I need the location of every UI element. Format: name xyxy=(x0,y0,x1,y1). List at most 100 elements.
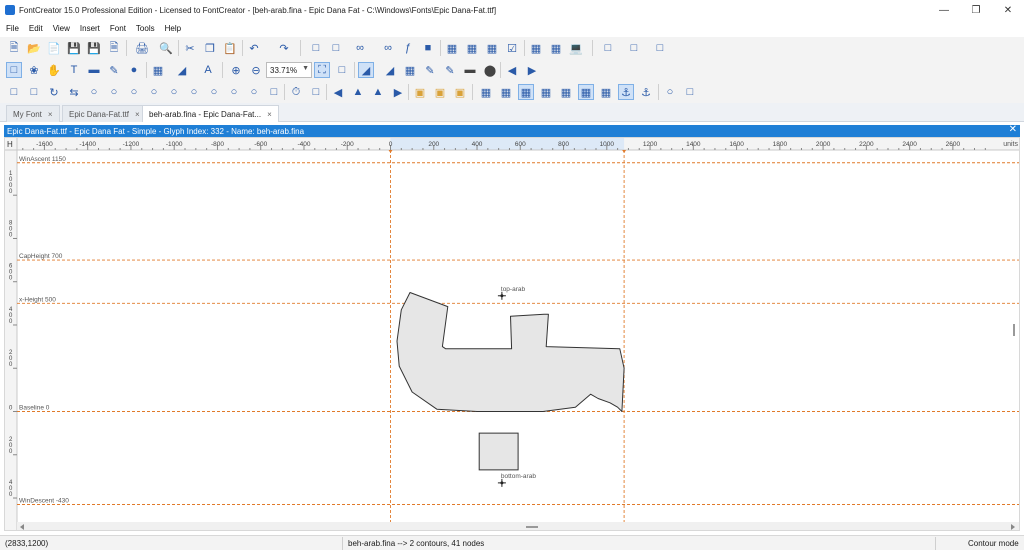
glyph-props-icon[interactable]: ▦ xyxy=(464,40,480,56)
new-icon[interactable]: 🗎 xyxy=(6,40,22,56)
brush-icon[interactable]: ✎ xyxy=(422,62,438,78)
install-icon[interactable]: 💻 xyxy=(568,40,584,56)
fill-mode-icon[interactable]: ◢ xyxy=(174,62,190,78)
close-font-icon[interactable]: 🗎 xyxy=(106,40,122,56)
lasso-tool-icon[interactable]: ❀ xyxy=(26,62,42,78)
minimize-button[interactable]: — xyxy=(928,0,960,20)
grid-rows-icon[interactable]: ▦ xyxy=(538,84,554,100)
triangle-left-icon[interactable]: ◀ xyxy=(330,84,346,100)
save-all-icon[interactable]: 💾 xyxy=(86,40,102,56)
triangle-up-alt-icon[interactable]: ▲ xyxy=(370,84,386,100)
start-point-icon[interactable]: ○ xyxy=(226,84,242,100)
grid-active-icon[interactable]: ▦ xyxy=(518,84,534,100)
open-font-icon[interactable]: 📄 xyxy=(46,40,62,56)
horizontal-scrollbar[interactable] xyxy=(17,522,1020,531)
glyph-editor[interactable]: Hunits -1600 -1400 -1200 -1000 -800 -600 -400 -2… xyxy=(4,137,1020,531)
maximize-button[interactable]: ❐ xyxy=(960,0,992,20)
preview-icon[interactable]: ▦ xyxy=(548,40,564,56)
glyph-g-icon[interactable]: □ xyxy=(266,84,282,100)
page-icon[interactable]: □ xyxy=(600,40,616,56)
copy-glyph-icon[interactable]: □ xyxy=(308,40,324,56)
measure-tool-icon[interactable]: ▬ xyxy=(86,62,102,78)
subtract-icon[interactable]: ▣ xyxy=(452,84,468,100)
overlap-icon[interactable]: □ xyxy=(682,84,698,100)
zoom-select[interactable]: 33.71% ▼ xyxy=(266,62,312,78)
reverse-icon[interactable]: □ xyxy=(26,84,42,100)
join-icon[interactable]: ○ xyxy=(166,84,182,100)
next-glyph-icon[interactable]: ▶ xyxy=(524,62,540,78)
anchor-point[interactable] xyxy=(500,481,504,485)
grid-icon[interactable]: ▦ xyxy=(478,84,494,100)
page-range-icon[interactable]: □ xyxy=(626,40,642,56)
grid-alt-icon[interactable]: ▦ xyxy=(498,84,514,100)
glyph-contour-body[interactable] xyxy=(396,292,625,412)
select-tool-icon[interactable]: □ xyxy=(6,62,22,78)
node-edit-icon[interactable]: ○ xyxy=(662,84,678,100)
menu-edit[interactable]: Edit xyxy=(29,24,43,33)
pointer-icon[interactable]: ◢ xyxy=(358,62,374,78)
find-icon[interactable]: 🔍 xyxy=(158,40,174,56)
menu-font[interactable]: Font xyxy=(110,24,126,33)
ellipse-icon[interactable]: ⬤ xyxy=(482,62,498,78)
open-icon[interactable]: 📂 xyxy=(26,40,42,56)
combine-icon[interactable]: ▣ xyxy=(412,84,428,100)
close-button[interactable]: ✕ xyxy=(992,0,1024,20)
marker-icon[interactable]: ✎ xyxy=(442,62,458,78)
close-icon[interactable]: × xyxy=(135,110,140,119)
tab-my-font[interactable]: My Font × xyxy=(6,105,60,122)
anchor-point[interactable] xyxy=(500,294,504,298)
close-path-icon[interactable]: ○ xyxy=(206,84,222,100)
image-icon[interactable]: ▦ xyxy=(402,62,418,78)
test-icon[interactable]: ▦ xyxy=(528,40,544,56)
grid-fill-icon[interactable]: ▦ xyxy=(558,84,574,100)
rotate-icon[interactable]: ↻ xyxy=(46,84,62,100)
close-icon[interactable]: ✕ xyxy=(1009,124,1017,135)
eraser-icon[interactable]: ■ xyxy=(420,40,436,56)
anchor-icon[interactable]: ⚓ xyxy=(618,84,634,100)
redo-icon[interactable]: ↷ xyxy=(276,40,292,56)
tab-epic-dana-fat[interactable]: Epic Dana-Fat.ttf × xyxy=(62,105,147,122)
zoom-out-icon[interactable]: ⊖ xyxy=(248,62,264,78)
contour-icon[interactable]: □ xyxy=(6,84,22,100)
glyph-canvas[interactable]: Hunits -1600 -1400 -1200 -1000 -800 -600 -400 -2… xyxy=(5,138,1020,531)
node-icon[interactable]: ○ xyxy=(86,84,102,100)
text-tool-icon[interactable]: T xyxy=(66,62,82,78)
glyph-contour-dot[interactable] xyxy=(478,432,519,471)
page-setup-icon[interactable]: □ xyxy=(652,40,668,56)
close-icon[interactable]: × xyxy=(267,110,272,119)
undo-icon[interactable]: ↶ xyxy=(246,40,262,56)
fill-tool-icon[interactable]: ● xyxy=(126,62,142,78)
menu-tools[interactable]: Tools xyxy=(136,24,155,33)
cut-icon[interactable]: ✂ xyxy=(182,40,198,56)
view-options-icon[interactable]: ▦ xyxy=(150,62,166,78)
zoom-in-icon[interactable]: ⊕ xyxy=(228,62,244,78)
metrics-icon[interactable]: ▦ xyxy=(484,40,500,56)
validate-icon[interactable]: ☑ xyxy=(504,40,520,56)
flip-icon[interactable]: ⇆ xyxy=(66,84,82,100)
corner-icon[interactable]: ○ xyxy=(126,84,142,100)
formula-icon[interactable]: ƒ xyxy=(400,40,416,56)
link-icon[interactable]: ∞ xyxy=(352,40,368,56)
tab-beh-arab-fina[interactable]: beh-arab.fina - Epic Dana-Fat... × xyxy=(142,105,279,122)
vertical-scroll-thumb[interactable] xyxy=(1013,324,1015,336)
hint-icon[interactable]: ⏱ xyxy=(288,84,304,100)
guide-icon[interactable]: ▦ xyxy=(578,84,594,100)
break-icon[interactable]: ○ xyxy=(186,84,202,100)
unlink-icon[interactable]: ∞ xyxy=(380,40,396,56)
anchor-lock-icon[interactable]: ⚓ xyxy=(638,84,654,100)
ruler-tool-icon[interactable]: ◢ xyxy=(382,62,398,78)
previous-glyph-icon[interactable]: ◀ xyxy=(504,62,520,78)
font-style-icon[interactable]: A xyxy=(200,62,216,78)
smooth-icon[interactable]: ○ xyxy=(106,84,122,100)
print-icon[interactable]: 🖨 xyxy=(134,40,150,56)
save-icon[interactable]: 💾 xyxy=(66,40,82,56)
zoom-box-icon[interactable]: □ xyxy=(334,62,350,78)
rectangle-icon[interactable]: ▬ xyxy=(462,62,478,78)
paste-icon[interactable]: 📋 xyxy=(222,40,238,56)
menu-insert[interactable]: Insert xyxy=(80,24,100,33)
direction-icon[interactable]: ○ xyxy=(246,84,262,100)
triangle-up-icon[interactable]: ▲ xyxy=(350,84,366,100)
pen-tool-icon[interactable]: ✎ xyxy=(106,62,122,78)
horizontal-scroll-thumb[interactable] xyxy=(526,526,538,528)
copy-icon[interactable]: ❐ xyxy=(202,40,218,56)
